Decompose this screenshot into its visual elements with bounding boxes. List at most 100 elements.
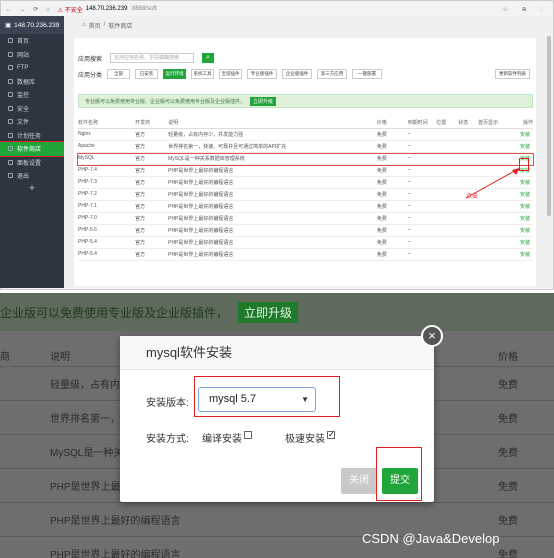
update-list-button[interactable]: 更新软件列表 <box>495 69 530 79</box>
category-tab[interactable]: 专业版插件 <box>247 69 278 79</box>
category-tab[interactable]: 企业版插件 <box>282 69 313 79</box>
software-name: PHP-7.1 <box>78 200 136 213</box>
description: PHP是世界上最好的编程语言 <box>168 224 377 237</box>
home-display <box>478 224 511 237</box>
sidebar-item[interactable]: 文件 <box>0 115 64 129</box>
install-link[interactable]: 安装 <box>510 140 533 153</box>
expiry: -- <box>407 188 437 201</box>
scrollbar-thumb[interactable] <box>547 36 551 216</box>
category-tab[interactable]: 已安装 <box>135 69 159 79</box>
description: 世界排名第一，快速、可靠并且可通过简单的API扩充 <box>168 140 377 153</box>
install-link[interactable]: 安装 <box>510 128 533 141</box>
sidebar-item[interactable]: 数据库 <box>0 75 64 89</box>
dialog-close-icon[interactable]: × <box>421 325 443 347</box>
bottom-upgrade-button[interactable]: 立即升级 <box>238 301 299 323</box>
sidebar-item[interactable]: 监控 <box>0 88 64 102</box>
click-annotation: 点击 <box>466 194 479 200</box>
search-label: 应用搜索 <box>78 56 103 63</box>
sidebar-item-label: 软件商店 <box>17 147 42 154</box>
sidebar-item[interactable]: 安全 <box>0 102 64 116</box>
server-ip: 148.70.236.239 <box>14 21 60 29</box>
bottom-cell-price: 免费 <box>498 414 518 425</box>
developer: 官方 <box>135 176 169 189</box>
sidebar-item[interactable]: FTP <box>0 61 64 75</box>
category-tab[interactable]: 运行环境 <box>163 69 187 79</box>
table-header-cell: 说明 <box>168 118 377 129</box>
fast-install-checkbox[interactable]: ✓ <box>327 431 335 439</box>
close-button[interactable]: 关闭 <box>341 468 377 494</box>
developer: 官方 <box>135 200 169 213</box>
bottom-cell-desc: PHP是世界上最好的编程语言 <box>50 516 181 527</box>
category-tab[interactable]: 一键部署 <box>352 69 383 79</box>
browser-action-icons[interactable]: ☆ ⊕ : <box>503 6 548 13</box>
upgrade-button[interactable]: 立即升级 <box>250 96 277 106</box>
install-link[interactable]: 安装 <box>510 212 533 225</box>
table-header-cell: 到期时间 <box>407 118 437 129</box>
sidebar-item-label: 监控 <box>17 93 30 100</box>
status <box>458 128 478 141</box>
category-tab[interactable]: 第三方应用 <box>317 69 348 79</box>
price: 免费 <box>376 212 408 225</box>
table-row: PHP-5.4 官方 PHP是世界上最好的编程语言 免费 -- 安装 <box>78 248 533 261</box>
sidebar-item[interactable]: 首页 <box>0 34 64 48</box>
home-display <box>478 128 511 141</box>
address-bar[interactable]: ⚠ 不安全 148.70.236.239:8888/soft <box>58 5 498 14</box>
annotation-arrow <box>465 167 521 199</box>
table-header-cell: 软件名称 <box>78 118 136 129</box>
sidebar-item[interactable]: 退出 <box>0 169 64 183</box>
home-display <box>478 248 511 261</box>
add-icon[interactable]: + <box>0 183 64 195</box>
install-link[interactable]: 安装 <box>510 248 533 261</box>
menu-icon <box>8 146 13 152</box>
price: 免费 <box>376 188 408 201</box>
price: 免费 <box>376 236 408 249</box>
sidebar-item[interactable]: 软件商店 <box>0 141 65 157</box>
home-display <box>478 236 511 249</box>
location <box>436 224 459 237</box>
bottom-cell-price: 免费 <box>498 380 518 391</box>
scrollbar[interactable] <box>546 16 552 288</box>
browser-bar: ← → ⟳ ⌂ ⚠ 不安全 148.70.236.239:8888/soft ☆… <box>1 1 553 17</box>
status <box>458 224 478 237</box>
install-link[interactable]: 安装 <box>510 224 533 237</box>
home-display <box>478 212 511 225</box>
search-button[interactable]: ⌕ <box>202 53 215 63</box>
install-button-highlight <box>519 158 529 171</box>
install-link[interactable]: 安装 <box>510 236 533 249</box>
compile-install-checkbox[interactable] <box>244 431 252 439</box>
sidebar-item[interactable]: 计划任务 <box>0 129 64 143</box>
menu-icon <box>8 65 13 71</box>
bottom-cell-price: 免费 <box>498 516 518 527</box>
location <box>436 140 459 153</box>
category-tab[interactable]: 宝塔插件 <box>219 69 243 79</box>
table-header-cell: 价格 <box>376 118 408 129</box>
table-row: PHP-5.6 官方 PHP是世界上最好的编程语言 免费 -- 安装 <box>78 224 533 237</box>
bottom-cell-price: 免费 <box>498 448 518 459</box>
sidebar-item-label: 首页 <box>17 39 30 46</box>
banner-text: 专业版可以免费使用专业版、企业版可以免费使用专业版及企业版插件， <box>85 98 246 105</box>
category-tab[interactable]: 全部 <box>107 69 131 79</box>
crumb-home[interactable]: 首页 <box>89 21 101 30</box>
software-name: PHP-5.4 <box>78 236 136 249</box>
expiry: -- <box>407 248 437 261</box>
description: PHP是世界上最好的编程语言 <box>168 248 377 261</box>
developer: 官方 <box>135 188 169 201</box>
software-name: PHP-7.3 <box>78 176 136 189</box>
url-path: :8888/soft <box>130 6 157 12</box>
sidebar-item[interactable]: 面板设置 <box>0 156 64 170</box>
expiry: -- <box>407 176 437 189</box>
expiry: -- <box>407 140 437 153</box>
menu-icon <box>8 78 13 84</box>
version-highlight <box>194 376 340 417</box>
price: 免费 <box>376 140 408 153</box>
category-tab[interactable]: 系统工具 <box>191 69 215 79</box>
sidebar-item-label: 文件 <box>17 120 30 127</box>
software-name: Nginx <box>78 128 136 141</box>
bottom-col-dev: 商 <box>0 352 10 363</box>
search-input[interactable]: 支持应用名称、字段模糊搜索 <box>110 53 195 63</box>
bottom-banner-text: 企业版可以免费使用专业版及企业版插件， <box>0 305 229 320</box>
browser-nav-icons[interactable]: ← → ⟳ ⌂ <box>6 6 53 13</box>
sidebar-item[interactable]: 网站 <box>0 48 64 62</box>
main-area: ⌂ 首页 / 软件商店 应用搜索 支持应用名称、字段模糊搜索 ⌕ 应用分类 全部… <box>64 16 545 288</box>
fast-install-label: 极速安装 <box>285 434 325 445</box>
